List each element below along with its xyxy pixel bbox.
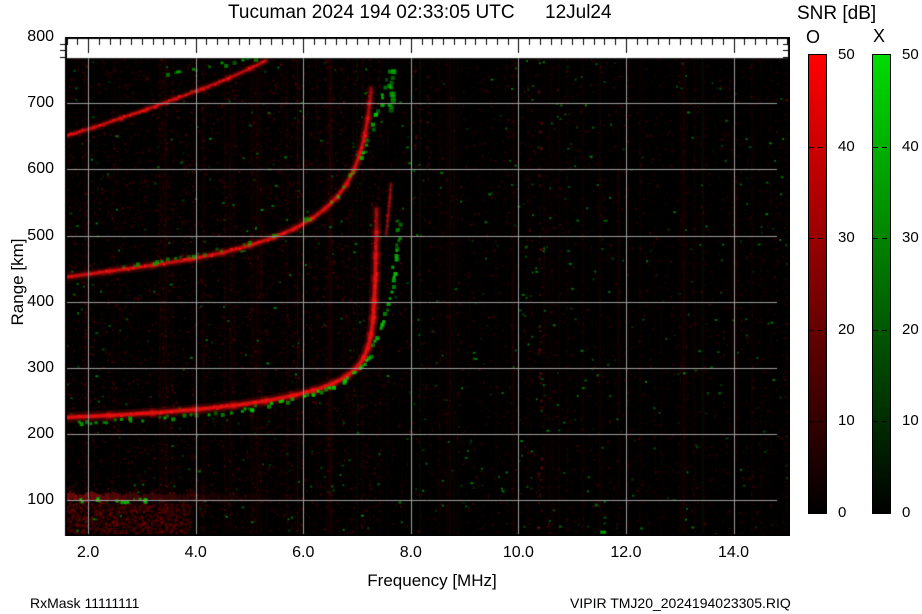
rxmask-text: RxMask 11111111 xyxy=(30,595,140,611)
page-title: Tucuman 2024 194 02:33:05 UTC xyxy=(228,2,515,23)
colorbar-tick-dash xyxy=(873,146,890,148)
o-colorbar-tick-label: 40 xyxy=(838,137,855,155)
x-colorbar-tick-label: 20 xyxy=(902,320,919,338)
x-tick-label: 14.0 xyxy=(717,544,750,561)
x-colorbar-tick-label: 30 xyxy=(902,229,919,247)
o-colorbar-tick-label: 50 xyxy=(838,46,855,63)
colorbar-tick-dash xyxy=(873,421,890,423)
y-tick-label: 800 xyxy=(27,28,54,45)
ionogram-plot xyxy=(55,37,790,536)
o-colorbar-tick-label: 0 xyxy=(838,504,847,521)
x-colorbar-tick-label: 10 xyxy=(902,412,919,430)
y-tick-label: 700 xyxy=(27,94,54,112)
y-tick-label: 600 xyxy=(27,160,54,178)
x-tick-label: 4.0 xyxy=(184,544,207,561)
o-colorbar-tick-label: 30 xyxy=(838,229,855,247)
x-colorbar-tick-label: 50 xyxy=(902,46,919,63)
colorbar-tick-dash xyxy=(809,329,826,331)
y-tick-label: 500 xyxy=(27,226,54,244)
colorbar-tick-dash xyxy=(873,329,890,331)
o-mode-colorbar xyxy=(808,54,827,514)
y-tick-label: 200 xyxy=(27,425,54,443)
o-colorbar-tick-label: 20 xyxy=(838,320,855,338)
x-axis-title: Frequency [MHz] xyxy=(367,571,497,590)
y-tick-label: 100 xyxy=(27,491,54,509)
colorbar-title: SNR [dB] xyxy=(797,3,877,24)
ionogram-page: Tucuman 2024 194 02:33:05 UTC 12Jul24 Ra… xyxy=(0,0,922,614)
o-colorbar-tick-label: 10 xyxy=(838,412,855,430)
colorbar-tick-dash xyxy=(809,238,826,240)
colorbar-tick-dash xyxy=(809,421,826,423)
x-mode-label: X xyxy=(873,26,886,46)
x-tick-label: 2.0 xyxy=(77,544,100,561)
y-tick-label: 400 xyxy=(27,292,54,310)
y-tick-label: 300 xyxy=(27,358,54,376)
colorbar-tick-dash xyxy=(873,238,890,240)
x-tick-label: 8.0 xyxy=(399,544,422,561)
data-file-text: VIPIR TMJ20_2024194023305.RIQ xyxy=(570,595,791,611)
o-mode-label: O xyxy=(806,27,821,47)
colorbar-tick-dash xyxy=(809,146,826,148)
x-tick-label: 12.0 xyxy=(610,544,642,561)
x-colorbar-tick-label: 0 xyxy=(902,504,911,521)
x-colorbar-tick-label: 40 xyxy=(902,137,919,155)
x-mode-colorbar xyxy=(872,54,891,514)
x-tick-label: 6.0 xyxy=(292,544,315,561)
x-tick-label: 10.0 xyxy=(502,544,534,561)
page-date: 12Jul24 xyxy=(545,2,612,23)
